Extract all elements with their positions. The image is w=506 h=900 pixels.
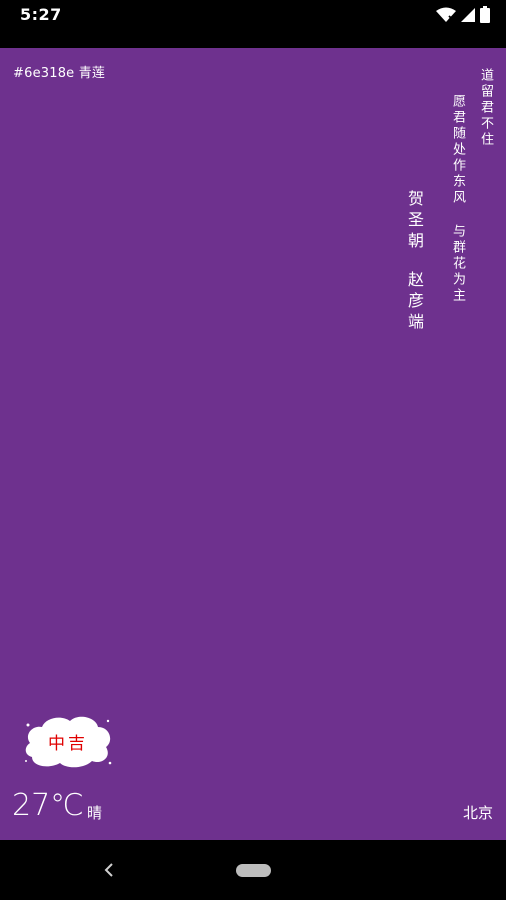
status-time: 5:27 (20, 5, 62, 24)
poem-line-2-part-1: 愿君随处作东风 (450, 94, 465, 206)
fortune-badge[interactable]: 中吉 (22, 713, 114, 769)
main-screen: #6e318e 青莲 道留君不住 愿君随处作东风与群花为主 贺圣朝赵彦端 中吉 … (0, 48, 506, 840)
poem-title: 贺圣朝 (405, 190, 424, 253)
poem-line-2: 愿君随处作东风与群花为主 (448, 94, 467, 304)
color-label: #6e318e 青莲 (13, 66, 106, 81)
status-bar: 5:27 (0, 0, 506, 48)
battery-icon (480, 6, 490, 23)
poem-line-1: 道留君不住 (478, 68, 493, 148)
home-pill-icon[interactable] (236, 864, 271, 877)
temperature: 27℃ (12, 788, 84, 823)
status-icons (436, 6, 490, 23)
poem-author: 赵彦端 (405, 271, 424, 334)
weather-condition: 晴 (87, 804, 103, 822)
fortune-text: 中吉 (48, 733, 88, 754)
poem-line-2-part-2: 与群花为主 (450, 224, 465, 304)
back-icon[interactable] (98, 858, 120, 882)
wifi-icon (436, 7, 456, 23)
city-name[interactable]: 北京 (463, 802, 493, 823)
navigation-bar (0, 840, 506, 900)
signal-icon (460, 7, 476, 23)
poem-title-column: 贺圣朝赵彦端 (402, 190, 426, 334)
